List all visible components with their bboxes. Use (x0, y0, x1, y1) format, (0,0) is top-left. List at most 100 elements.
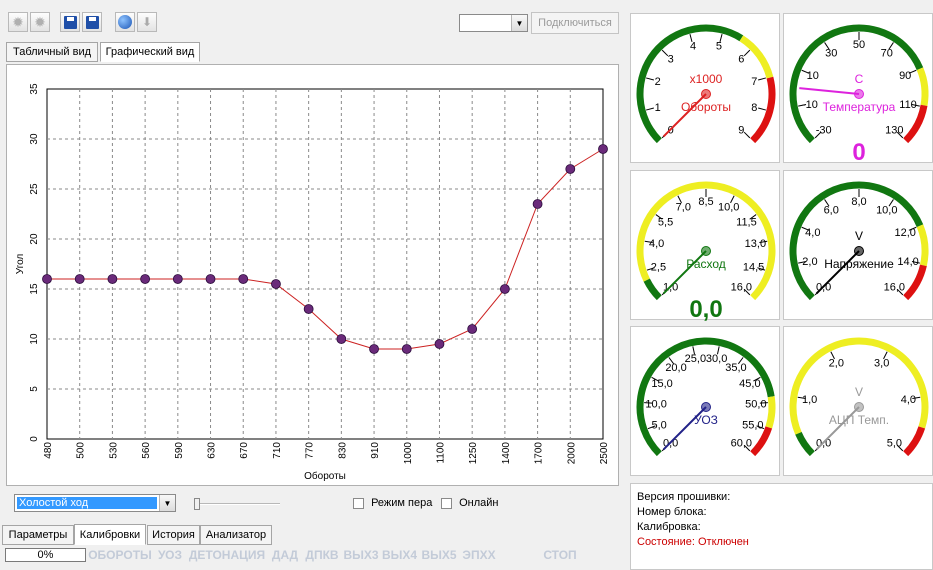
firmware-label: Версия прошивки: (637, 491, 731, 503)
gauge-tick-label: 16,0 (731, 281, 752, 293)
progress-text: 0% (37, 549, 54, 561)
data-point (369, 344, 379, 354)
tab-graph-view[interactable]: Графический вид (100, 42, 200, 62)
gauge-tick-label: 7,0 (676, 201, 691, 213)
x-tick-label: 630 (207, 442, 218, 459)
y-tick-label: 30 (29, 133, 40, 145)
gauge-tick (743, 49, 751, 57)
x-tick-label: 480 (43, 442, 54, 459)
gauge-tick (645, 77, 654, 81)
gauge-rpm-dial: 0123456789x1000Обороты (636, 24, 776, 144)
gauge-label: Напряжение (824, 257, 894, 271)
gauge-tick-label: 14,0 (897, 256, 918, 268)
calibration-chart-panel: 0 5 10 15 20 25 30 35 480 500 530 560 590 630 670 710 77… (6, 64, 619, 486)
gear-left-icon[interactable]: ✹ (8, 12, 28, 32)
gauge-tick-label: 14,5 (743, 261, 764, 273)
gauge-temp-dial: -30 -10 10 30 50 70 90 110 130 C Температура 0 (789, 24, 929, 166)
gauge-tick-label: 6 (738, 54, 744, 66)
gauge-tick-label: 3 (668, 54, 674, 66)
gauge-tick-label: 30 (825, 47, 837, 59)
calibration-label: Калибровка: (637, 521, 701, 533)
gauge-tick-label: 5,0 (652, 419, 667, 431)
tab-history[interactable]: История (147, 525, 200, 545)
mode-select[interactable]: Холостой ход ▼ (14, 494, 176, 512)
x-tick-label: 1250 (468, 442, 479, 465)
calibration-chart[interactable]: 0 5 10 15 20 25 30 35 480 500 530 560 590 630 670 710 77… (7, 65, 618, 485)
gauge-tick-label: 10 (807, 70, 819, 82)
gauge-tick-label: -30 (816, 124, 832, 136)
y-tick-label: 35 (29, 83, 40, 95)
gauge-tick-label: 7 (751, 76, 757, 88)
chevron-down-icon[interactable]: ▼ (511, 15, 527, 31)
gauge-adc-dial: 0,01,02,03,04,05,0VАЦП Темп. (789, 337, 929, 457)
gauge-tick-label: 4,0 (649, 238, 664, 250)
gauge-hub (854, 402, 864, 412)
y-tick-label: 10 (29, 333, 40, 345)
pen-mode-checkbox[interactable]: Режим пера (353, 497, 432, 509)
gauge-adc: 0,01,02,03,04,05,0VАЦП Темп. (783, 326, 933, 476)
position-slider[interactable] (194, 498, 280, 510)
progress-bar: 0% (5, 548, 86, 562)
gauge-unit: V (855, 385, 863, 399)
gauge-tick-label: 90 (899, 70, 911, 82)
connect-button[interactable]: Подключиться (531, 12, 619, 34)
gauge-band (795, 431, 815, 457)
gauge-tick-label: 6,0 (824, 204, 839, 216)
x-tick-label: 910 (370, 442, 381, 459)
x-tick-label: 1400 (501, 442, 512, 465)
data-point (565, 164, 576, 174)
save-icon[interactable] (60, 12, 80, 32)
y-tick-label: 20 (29, 233, 40, 245)
indicator-knock: ДЕТОНАЦИЯ (188, 548, 266, 562)
online-checkbox[interactable]: Онлайн (441, 497, 498, 509)
tab-table-view[interactable]: Табличный вид (6, 42, 98, 62)
chevron-down-icon[interactable]: ▼ (159, 495, 175, 511)
gauge-tick-label: 45,0 (739, 378, 760, 390)
data-point (434, 339, 445, 349)
data-point (172, 274, 183, 284)
gauge-tick-label: 130 (885, 124, 903, 136)
data-point (271, 279, 281, 289)
gauge-unit: V (855, 229, 863, 243)
gauge-flow-dial: 1,02,54,05,57,08,510,011,513,014,516,0Ра… (636, 181, 776, 323)
app-window: ✹ ✹ ⬇ ▼ Подключиться Табличный вид Графи… (0, 0, 933, 570)
gauge-tick-label: 4,0 (805, 227, 820, 239)
pen-mode-check[interactable] (353, 497, 364, 509)
indicator-uoz: УОЗ (157, 548, 183, 562)
gauge-label: Расход (686, 257, 726, 271)
tab-calibrations[interactable]: Калибровки (74, 524, 146, 545)
gauge-tick-label: 2,0 (802, 256, 817, 268)
indicator-ephh: ЭПХХ (462, 548, 496, 562)
save-as-icon[interactable] (82, 12, 102, 32)
online-label: Онлайн (459, 497, 499, 509)
online-check[interactable] (441, 497, 452, 509)
download-icon[interactable]: ⬇ (137, 12, 157, 32)
gauge-tick-label: 2 (655, 76, 661, 88)
gauge-tick-label: 15,0 (651, 378, 672, 390)
gauge-tick-label: 50 (853, 39, 865, 51)
gauge-band (739, 35, 774, 79)
gauge-needle (799, 87, 860, 95)
gauge-hub (701, 246, 711, 256)
x-tick-label: 1700 (534, 442, 545, 465)
gauge-tick-label: -10 (802, 99, 818, 111)
tab-analyzer[interactable]: Анализатор (200, 525, 272, 545)
gauge-band (903, 264, 927, 301)
gauge-tick-label: 110 (899, 99, 917, 111)
gauge-rpm: 0123456789x1000Обороты (630, 13, 780, 163)
gauge-tick-label: 1,0 (802, 394, 817, 406)
gauge-tick-label: 10,0 (718, 201, 739, 213)
gear-right-icon[interactable]: ✹ (30, 12, 50, 32)
gauge-hub (854, 89, 864, 99)
globe-icon[interactable] (115, 12, 135, 32)
data-point (205, 274, 216, 284)
slider-thumb[interactable] (194, 498, 200, 510)
port-select[interactable]: ▼ (459, 14, 528, 32)
gauge-tick-label: 9 (738, 124, 744, 136)
tab-parameters[interactable]: Параметры (2, 525, 74, 545)
gauge-readout: 0,0 (689, 296, 722, 321)
gauge-tick-label: 13,0 (745, 238, 766, 250)
gauge-band (643, 278, 662, 301)
y-axis-label: Угол (15, 254, 26, 275)
gauge-band (765, 396, 776, 429)
